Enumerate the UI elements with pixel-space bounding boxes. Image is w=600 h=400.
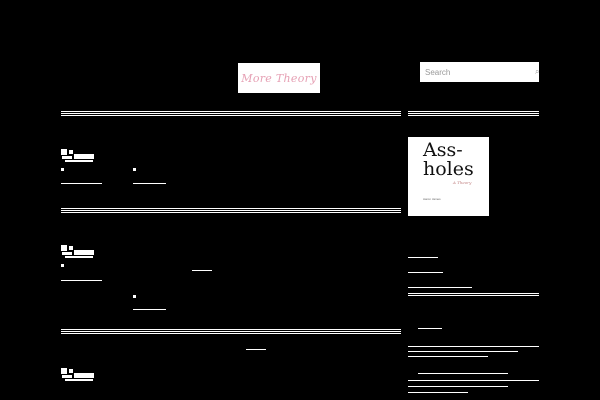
post-meta [61, 368, 95, 387]
post-divider [61, 208, 401, 214]
post-avatar-icon [61, 245, 94, 258]
post-divider [61, 329, 401, 335]
post-avatar-icon [61, 149, 94, 162]
book-subtitle: A Theory [453, 180, 472, 185]
post-link[interactable] [246, 349, 266, 350]
meta-marker [61, 168, 64, 171]
sidebar-text-line [408, 346, 539, 347]
site-logo-text: More Theory [241, 71, 317, 85]
site-logo[interactable]: More Theory [238, 63, 320, 93]
post-link[interactable] [133, 183, 166, 184]
sidebar-text-line [408, 356, 488, 357]
book-author: Aaron James [423, 197, 441, 201]
post-link[interactable] [192, 270, 212, 271]
post-link[interactable] [61, 280, 102, 281]
post-divider [61, 111, 401, 117]
meta-marker [61, 264, 64, 267]
post-link[interactable] [133, 309, 166, 310]
post-avatar-icon [61, 368, 94, 381]
book-title-line2: holes [423, 158, 474, 180]
sidebar-divider [408, 111, 539, 117]
magnifier-icon[interactable]: ⌕ [535, 67, 539, 77]
sidebar-divider [408, 293, 539, 297]
sidebar-text-line [408, 351, 518, 352]
sidebar-text-line [418, 373, 508, 374]
post-meta [61, 149, 95, 168]
post-link[interactable] [61, 183, 102, 184]
meta-marker [133, 295, 136, 298]
sidebar-link[interactable] [408, 272, 443, 273]
sidebar-text-line [408, 386, 508, 387]
sidebar-link[interactable] [408, 287, 472, 288]
book-cover[interactable]: Ass- holes A Theory Aaron James [408, 137, 489, 216]
post-meta [61, 245, 95, 264]
sidebar-heading-mark [418, 328, 442, 329]
meta-marker [133, 168, 136, 171]
sidebar-text-line [408, 392, 468, 393]
sidebar-link[interactable] [408, 257, 438, 258]
search-input[interactable] [425, 63, 535, 81]
sidebar-text-line [408, 380, 539, 381]
search-box[interactable]: ⌕ [420, 62, 539, 82]
